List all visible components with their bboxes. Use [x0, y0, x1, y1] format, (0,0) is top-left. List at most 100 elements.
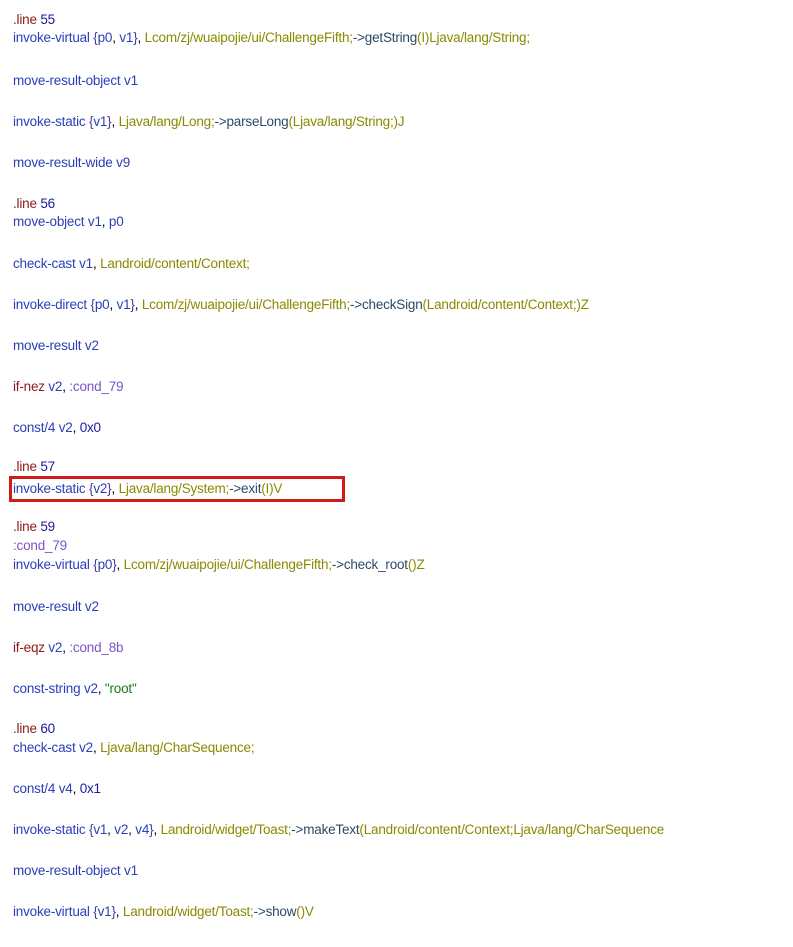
class-type: Ljava/lang/CharSequence;: [100, 740, 255, 755]
method-signature: (Landroid/content/Context;)Z: [422, 297, 589, 312]
code-line-directive: .line 55: [13, 10, 55, 30]
code-line: check-cast v2, Ljava/lang/CharSequence;: [13, 738, 255, 758]
separator: ,: [137, 30, 142, 45]
literal-value: 0x0: [79, 420, 101, 435]
opcode: move-result-wide: [13, 155, 113, 170]
separator: ,: [116, 557, 121, 572]
code-line: move-result v2: [13, 336, 99, 356]
directive-keyword: .line: [13, 459, 37, 474]
line-number: 57: [40, 459, 55, 474]
opcode: const/4: [13, 420, 56, 435]
line-number: 59: [40, 519, 55, 534]
line-number: 56: [40, 196, 55, 211]
class-type: Landroid/content/Context;: [100, 256, 250, 271]
opcode: move-object: [13, 214, 85, 229]
opcode: if-eqz: [13, 640, 45, 655]
register: v1: [79, 256, 93, 271]
opcode: move-result: [13, 599, 82, 614]
code-line: move-object v1, p0: [13, 212, 124, 232]
line-number: 55: [40, 12, 55, 27]
register: v1: [119, 30, 134, 45]
separator: ,: [62, 379, 66, 394]
method-name: ->check_root: [331, 557, 408, 572]
register: v1: [116, 297, 131, 312]
opcode: invoke-virtual: [13, 904, 90, 919]
literal-value: 0x1: [79, 781, 101, 796]
code-line: invoke-static {v1}, Ljava/lang/Long;->pa…: [13, 112, 405, 132]
register: v2: [114, 822, 129, 837]
class-type: Lcom/zj/wuaipojie/ui/ChallengeFifth;: [123, 557, 332, 572]
opcode: invoke-virtual: [13, 30, 90, 45]
register: v2: [83, 681, 98, 696]
opcode: move-result-object: [13, 73, 121, 88]
class-type: Ljava/lang/Long;: [118, 114, 215, 129]
method-name: ->getString: [352, 30, 418, 45]
separator: ,: [115, 904, 120, 919]
separator: ,: [134, 297, 139, 312]
separator: ,: [72, 420, 77, 435]
register: p0: [108, 214, 124, 229]
separator: ,: [62, 640, 66, 655]
register: v1: [93, 822, 108, 837]
code-line: invoke-direct {p0, v1}, Lcom/zj/wuaipoji…: [13, 295, 589, 315]
method-signature: ()Z: [407, 557, 425, 572]
register: v2: [58, 420, 73, 435]
register: v1: [124, 863, 138, 878]
code-line: const-string v2, "root": [13, 679, 137, 699]
register: v2: [79, 740, 93, 755]
register: v4: [58, 781, 73, 796]
register: p0: [97, 557, 113, 572]
code-line: check-cast v1, Landroid/content/Context;: [13, 254, 250, 274]
opcode: move-result-object: [13, 863, 121, 878]
method-signature: (I)Ljava/lang/String;: [417, 30, 530, 45]
method-name: ->parseLong: [214, 114, 289, 129]
line-number: 60: [40, 721, 55, 736]
code-line: const/4 v2, 0x0: [13, 418, 101, 438]
method-name: ->checkSign: [350, 297, 423, 312]
code-line: invoke-virtual {p0, v1}, Lcom/zj/wuaipoj…: [13, 28, 530, 48]
separator: ,: [92, 256, 97, 271]
string-literal: "root": [104, 681, 137, 696]
code-line: invoke-static {v1, v2, v4}, Landroid/wid…: [13, 820, 664, 840]
code-line-directive: .line 56: [13, 194, 55, 214]
directive-keyword: .line: [13, 519, 37, 534]
method-signature: (Landroid/content/Context;Ljava/lang/Cha…: [359, 822, 665, 837]
separator: ,: [112, 30, 116, 45]
opcode: check-cast: [13, 256, 76, 271]
method-name: ->show: [253, 904, 297, 919]
register: v1: [124, 73, 138, 88]
separator: ,: [92, 740, 97, 755]
code-line: move-result-wide v9: [13, 153, 130, 173]
separator: ,: [97, 681, 102, 696]
register: v4: [135, 822, 150, 837]
separator: ,: [153, 822, 158, 837]
directive-keyword: .line: [13, 12, 37, 27]
register: v2: [84, 338, 99, 353]
code-line: const/4 v4, 0x1: [13, 779, 101, 799]
code-line: if-eqz v2, :cond_8b: [13, 638, 124, 658]
opcode: invoke-direct: [13, 297, 87, 312]
separator: ,: [101, 214, 106, 229]
register: v1: [87, 214, 102, 229]
register: v9: [116, 155, 131, 170]
code-line-directive: .line 57: [13, 457, 55, 477]
directive-keyword: .line: [13, 196, 37, 211]
jump-label: :cond_8b: [69, 640, 124, 655]
register: p0: [94, 297, 110, 312]
opcode: invoke-static: [13, 822, 86, 837]
class-type: Landroid/widget/Toast;: [160, 822, 292, 837]
register: v1: [93, 114, 108, 129]
opcode: const-string: [13, 681, 81, 696]
opcode: invoke-virtual: [13, 557, 90, 572]
opcode: move-result: [13, 338, 82, 353]
register: v1: [97, 904, 112, 919]
jump-label: :cond_79: [13, 538, 67, 553]
opcode: const/4: [13, 781, 56, 796]
code-line: invoke-virtual {p0}, Lcom/zj/wuaipojie/u…: [13, 555, 425, 575]
method-name: ->makeText: [291, 822, 360, 837]
separator: ,: [72, 781, 77, 796]
method-signature: ()V: [296, 904, 314, 919]
opcode: invoke-static: [13, 114, 86, 129]
class-type: Lcom/zj/wuaipojie/ui/ChallengeFifth;: [141, 297, 351, 312]
code-line-directive: .line 60: [13, 719, 55, 739]
